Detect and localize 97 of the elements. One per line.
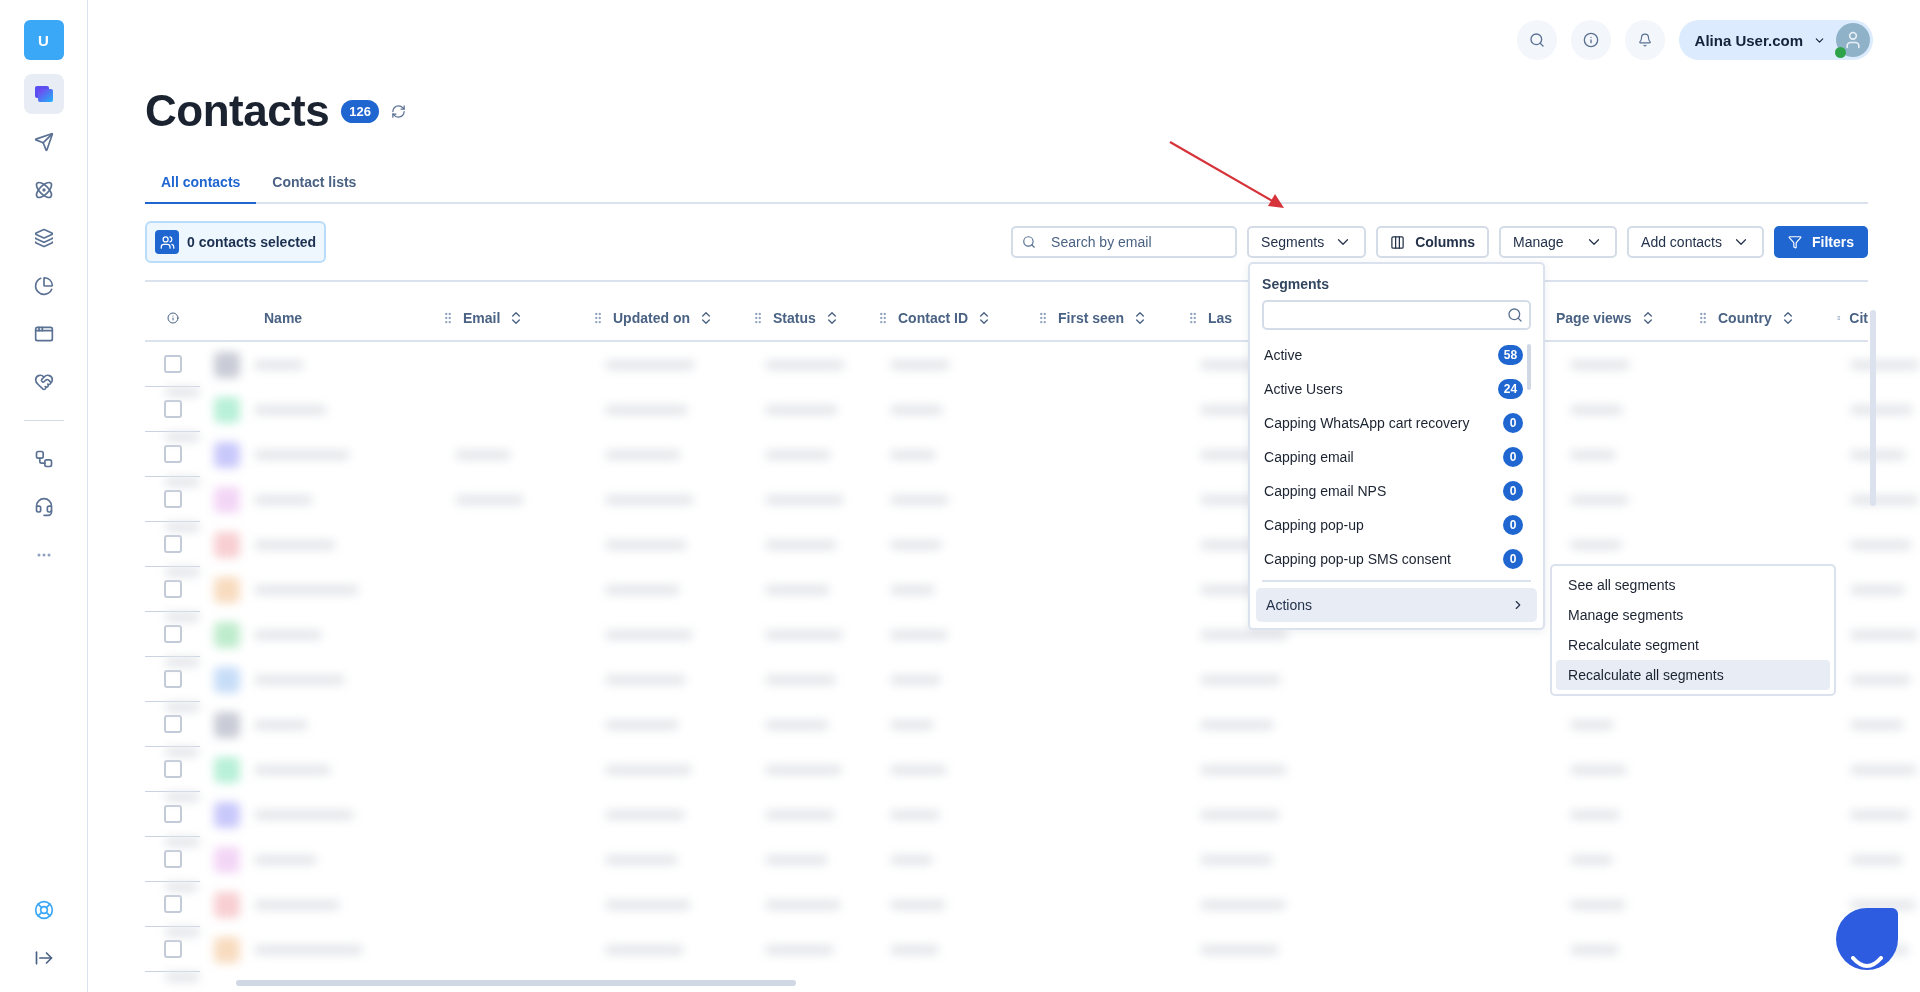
folder-icon xyxy=(34,86,53,102)
column-header[interactable]: Las xyxy=(1208,310,1233,326)
info-icon xyxy=(1582,32,1599,48)
filters-button[interactable]: Filters xyxy=(1774,226,1868,258)
count-badge: 58 xyxy=(1497,345,1524,365)
logout-icon xyxy=(33,948,54,968)
count-badge: 24 xyxy=(1497,379,1524,399)
columns-icon xyxy=(1390,234,1406,250)
row-checkbox[interactable] xyxy=(163,355,182,373)
row-checkbox[interactable] xyxy=(163,490,182,508)
segment-item[interactable]: Capping email 0 xyxy=(1262,440,1524,474)
dropdown-button[interactable]: Manage xyxy=(1499,226,1618,258)
filter-icon xyxy=(1788,235,1802,249)
column-header[interactable]: Page views xyxy=(1556,310,1632,326)
count-badge: 0 xyxy=(1503,549,1524,569)
nodes-icon xyxy=(33,449,54,469)
scrollbar[interactable] xyxy=(236,980,796,986)
info-button[interactable] xyxy=(1570,20,1611,60)
sidebar-item[interactable] xyxy=(23,74,64,114)
segment-item[interactable]: Capping pop-up 0 xyxy=(1262,508,1524,542)
segment-name: Capping WhatsApp cart recovery xyxy=(1264,415,1470,431)
row-checkbox[interactable] xyxy=(163,715,182,733)
row-checkbox[interactable] xyxy=(163,760,182,778)
row-checkbox[interactable] xyxy=(163,535,182,553)
search-button[interactable] xyxy=(1516,20,1557,60)
nav-icon xyxy=(33,228,54,248)
count-badge: 0 xyxy=(1503,515,1524,535)
column-header[interactable]: Email xyxy=(463,310,501,326)
nav-icon xyxy=(33,132,54,152)
nav-icon xyxy=(33,324,54,344)
contacts-count: 126 xyxy=(341,99,379,123)
nav-icon xyxy=(33,372,54,392)
notifications-button[interactable] xyxy=(1624,20,1665,60)
search-field[interactable]: Search by email xyxy=(1011,226,1238,258)
column-header[interactable]: Country xyxy=(1718,310,1772,326)
segment-name: Capping pop-up SMS consent xyxy=(1264,551,1451,567)
tab[interactable]: All contacts xyxy=(145,164,257,204)
scrollbar[interactable] xyxy=(1870,310,1876,506)
row-checkbox[interactable] xyxy=(163,670,182,688)
blurred-text xyxy=(1850,359,1920,370)
row-checkbox[interactable] xyxy=(163,400,182,418)
menu-item[interactable]: Recalculate segment xyxy=(1556,630,1831,660)
scrollbar-thumb[interactable] xyxy=(1527,344,1532,390)
row-checkbox[interactable] xyxy=(163,580,182,598)
count-badge: 0 xyxy=(1503,447,1524,467)
column-header[interactable]: Contact ID xyxy=(898,310,968,326)
smile-icon xyxy=(1851,956,1883,970)
nav-icon xyxy=(33,180,54,200)
nav-icon xyxy=(33,276,54,296)
column-header[interactable]: Status xyxy=(773,310,816,326)
count-badge: 0 xyxy=(1503,481,1524,501)
bell-icon xyxy=(1637,33,1652,47)
menu-title: Segments xyxy=(1261,276,1331,292)
refresh-icon[interactable] xyxy=(390,103,406,119)
segment-item[interactable]: Capping WhatsApp cart recovery 0 xyxy=(1262,406,1524,440)
search-icon xyxy=(1022,235,1037,249)
column-header[interactable]: Cit xyxy=(1849,310,1868,326)
selection-chip[interactable]: 0 contacts selected xyxy=(145,221,327,263)
segment-item[interactable]: Active Users 24 xyxy=(1262,372,1524,406)
segment-name: Capping pop-up xyxy=(1264,517,1364,533)
menu-item[interactable]: Manage segments xyxy=(1556,600,1831,630)
blurred-text xyxy=(1850,494,1919,505)
segment-name: Capping email NPS xyxy=(1264,483,1387,499)
page-title: Contacts xyxy=(145,86,330,136)
row-checkbox[interactable] xyxy=(163,805,182,823)
segment-name: Active xyxy=(1264,347,1303,363)
row-checkbox[interactable] xyxy=(163,445,182,463)
columns-button[interactable]: Columns xyxy=(1376,226,1490,258)
column-header[interactable]: Updated on xyxy=(613,310,690,326)
segment-name: Capping email xyxy=(1264,449,1354,465)
dropdown-button[interactable]: Add contacts xyxy=(1627,226,1764,258)
segment-item[interactable]: Active 58 xyxy=(1262,338,1524,372)
lifebuoy-icon xyxy=(33,900,54,920)
segment-name: Active Users xyxy=(1264,381,1343,397)
segment-search-field[interactable] xyxy=(1262,300,1532,330)
row-checkbox[interactable] xyxy=(163,850,182,868)
menu-item[interactable]: Recalculate all segments xyxy=(1556,660,1831,690)
info-icon[interactable] xyxy=(166,312,179,324)
more-icon xyxy=(36,553,51,557)
search-icon xyxy=(1507,307,1524,323)
row-checkbox[interactable] xyxy=(163,625,182,643)
row-checkbox[interactable] xyxy=(163,940,182,958)
tab[interactable]: Contact lists xyxy=(256,164,373,204)
column-header[interactable]: Name xyxy=(264,310,303,326)
avatar xyxy=(1836,23,1870,57)
headset-icon xyxy=(33,497,54,517)
dropdown-button[interactable]: Segments xyxy=(1247,226,1367,258)
segment-item[interactable]: Capping email NPS 0 xyxy=(1262,474,1524,508)
segment-item[interactable]: Capping pop-up SMS consent 0 xyxy=(1262,542,1524,576)
search-icon xyxy=(1528,32,1545,48)
actions-menu-item[interactable]: Actions xyxy=(1256,588,1538,622)
count-badge: 0 xyxy=(1503,413,1524,433)
menu-item[interactable]: See all segments xyxy=(1556,570,1831,600)
users-icon xyxy=(155,230,179,254)
row-checkbox[interactable] xyxy=(163,895,182,913)
user-menu-button[interactable]: Alina User.com xyxy=(1678,20,1873,60)
column-header[interactable]: First seen xyxy=(1058,310,1125,326)
